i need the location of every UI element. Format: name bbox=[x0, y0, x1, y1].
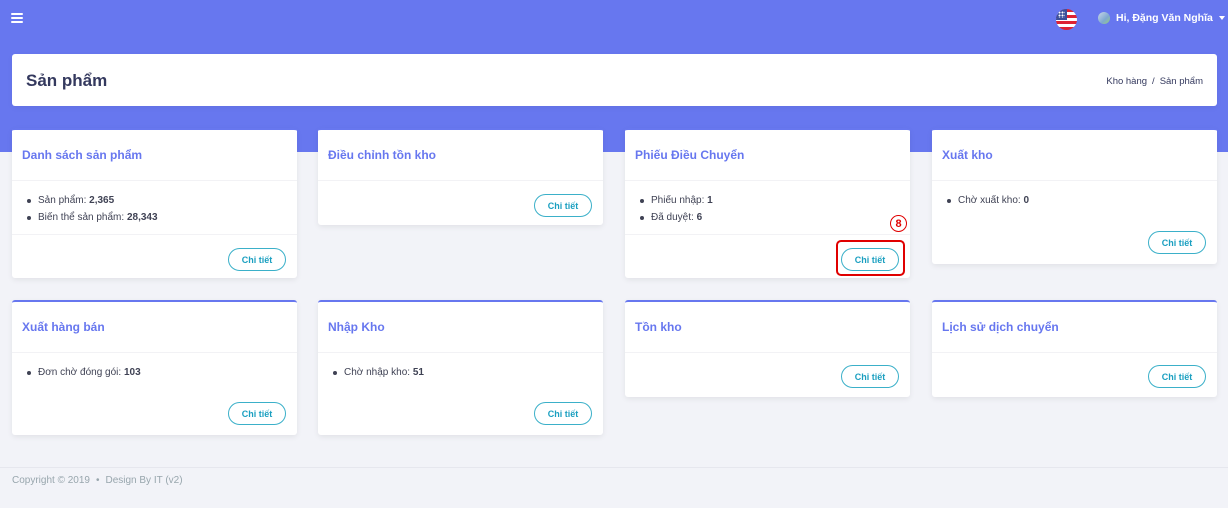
avatar bbox=[1098, 12, 1110, 24]
card-title: Xuất kho bbox=[932, 130, 1217, 181]
item-label: Phiếu nhập: bbox=[651, 195, 708, 206]
card-lich-su-dich-chuyen: Lịch sử dịch chuyển Chi tiết bbox=[932, 300, 1217, 397]
detail-button[interactable]: Chi tiết bbox=[1148, 365, 1206, 388]
footer-design: Design By IT (v2) bbox=[105, 475, 183, 486]
card-title: Phiếu Điều Chuyển bbox=[625, 130, 910, 181]
footer-separator: • bbox=[95, 475, 100, 486]
list-item: Đã duyệt: 6 bbox=[637, 211, 910, 228]
chevron-down-icon bbox=[1218, 16, 1225, 20]
item-label: Đơn chờ đóng gói: bbox=[38, 367, 124, 378]
detail-button[interactable]: Chi tiết bbox=[534, 402, 592, 425]
item-value: 103 bbox=[123, 367, 141, 378]
item-label: Chờ xuất kho: bbox=[958, 195, 1024, 206]
footer-divider bbox=[0, 467, 1228, 468]
card-nhap-kho: Nhập Kho Chờ nhập kho: 51 Chi tiết bbox=[318, 300, 603, 435]
page-title: Sản phẩm bbox=[26, 71, 108, 90]
item-label: Sản phẩm: bbox=[38, 195, 90, 206]
page-header: Sản phẩm Kho hàng / Sản phẩm bbox=[12, 54, 1217, 106]
breadcrumb: Kho hàng / Sản phẩm bbox=[1106, 76, 1203, 87]
card-danh-sach-san-pham: Danh sách sản phẩm Sản phẩm: 2,365 Biến … bbox=[12, 128, 297, 278]
breadcrumb-item-kho-hang[interactable]: Kho hàng bbox=[1106, 76, 1147, 87]
detail-button[interactable]: Chi tiết bbox=[841, 365, 899, 388]
footer-copyright: Copyright © 2019 bbox=[12, 475, 90, 486]
us-flag-icon[interactable] bbox=[1056, 9, 1077, 30]
breadcrumb-separator: / bbox=[1152, 76, 1155, 87]
detail-button[interactable]: Chi tiết bbox=[534, 194, 592, 217]
card-title: Lịch sử dịch chuyển bbox=[932, 302, 1217, 353]
card-xuat-kho: Xuất kho Chờ xuất kho: 0 Chi tiết bbox=[932, 128, 1217, 264]
item-value: 28,343 bbox=[126, 212, 158, 223]
card-title: Điều chỉnh tồn kho bbox=[318, 130, 603, 181]
card-dieu-chinh-ton-kho: Điều chỉnh tồn kho Chi tiết bbox=[318, 128, 603, 225]
card-ton-kho: Tồn kho Chi tiết bbox=[625, 300, 910, 397]
item-value: 51 bbox=[412, 367, 424, 378]
item-value: 0 bbox=[1023, 195, 1030, 206]
list-item: Đơn chờ đóng gói: 103 bbox=[24, 366, 297, 383]
card-title: Danh sách sản phẩm bbox=[12, 130, 297, 181]
item-value: 6 bbox=[696, 212, 703, 223]
item-value: 1 bbox=[707, 195, 713, 206]
card-title: Tồn kho bbox=[625, 302, 910, 353]
list-item: Chờ xuất kho: 0 bbox=[944, 194, 1217, 211]
breadcrumb-item-san-pham: Sản phẩm bbox=[1159, 76, 1203, 87]
highlight-box bbox=[836, 240, 905, 276]
item-value: 2,365 bbox=[89, 195, 115, 206]
step-number-badge: 8 bbox=[890, 215, 907, 232]
list-item: Chờ nhập kho: 51 bbox=[330, 366, 603, 383]
list-item: Biến thể sản phẩm: 28,343 bbox=[24, 211, 297, 228]
user-greeting: Hi, Đặng Văn Nghĩa bbox=[1116, 12, 1213, 24]
list-item: Sản phẩm: 2,365 bbox=[24, 194, 297, 211]
hamburger-menu-icon[interactable] bbox=[11, 12, 23, 24]
item-label: Biến thể sản phẩm: bbox=[38, 212, 127, 223]
detail-button[interactable]: Chi tiết bbox=[228, 402, 286, 425]
user-menu[interactable]: Hi, Đặng Văn Nghĩa bbox=[1098, 11, 1225, 25]
list-item: Phiếu nhập: 1 bbox=[637, 194, 910, 211]
detail-button[interactable]: Chi tiết bbox=[1148, 231, 1206, 254]
item-label: Chờ nhập kho: bbox=[344, 367, 413, 378]
footer: Copyright © 2019 • Design By IT (v2) bbox=[12, 475, 183, 486]
card-xuat-hang-ban: Xuất hàng bán Đơn chờ đóng gói: 103 Chi … bbox=[12, 300, 297, 435]
card-title: Nhập Kho bbox=[318, 302, 603, 353]
detail-button[interactable]: Chi tiết bbox=[228, 248, 286, 271]
card-title: Xuất hàng bán bbox=[12, 302, 297, 353]
item-label: Đã duyệt: bbox=[651, 212, 697, 223]
